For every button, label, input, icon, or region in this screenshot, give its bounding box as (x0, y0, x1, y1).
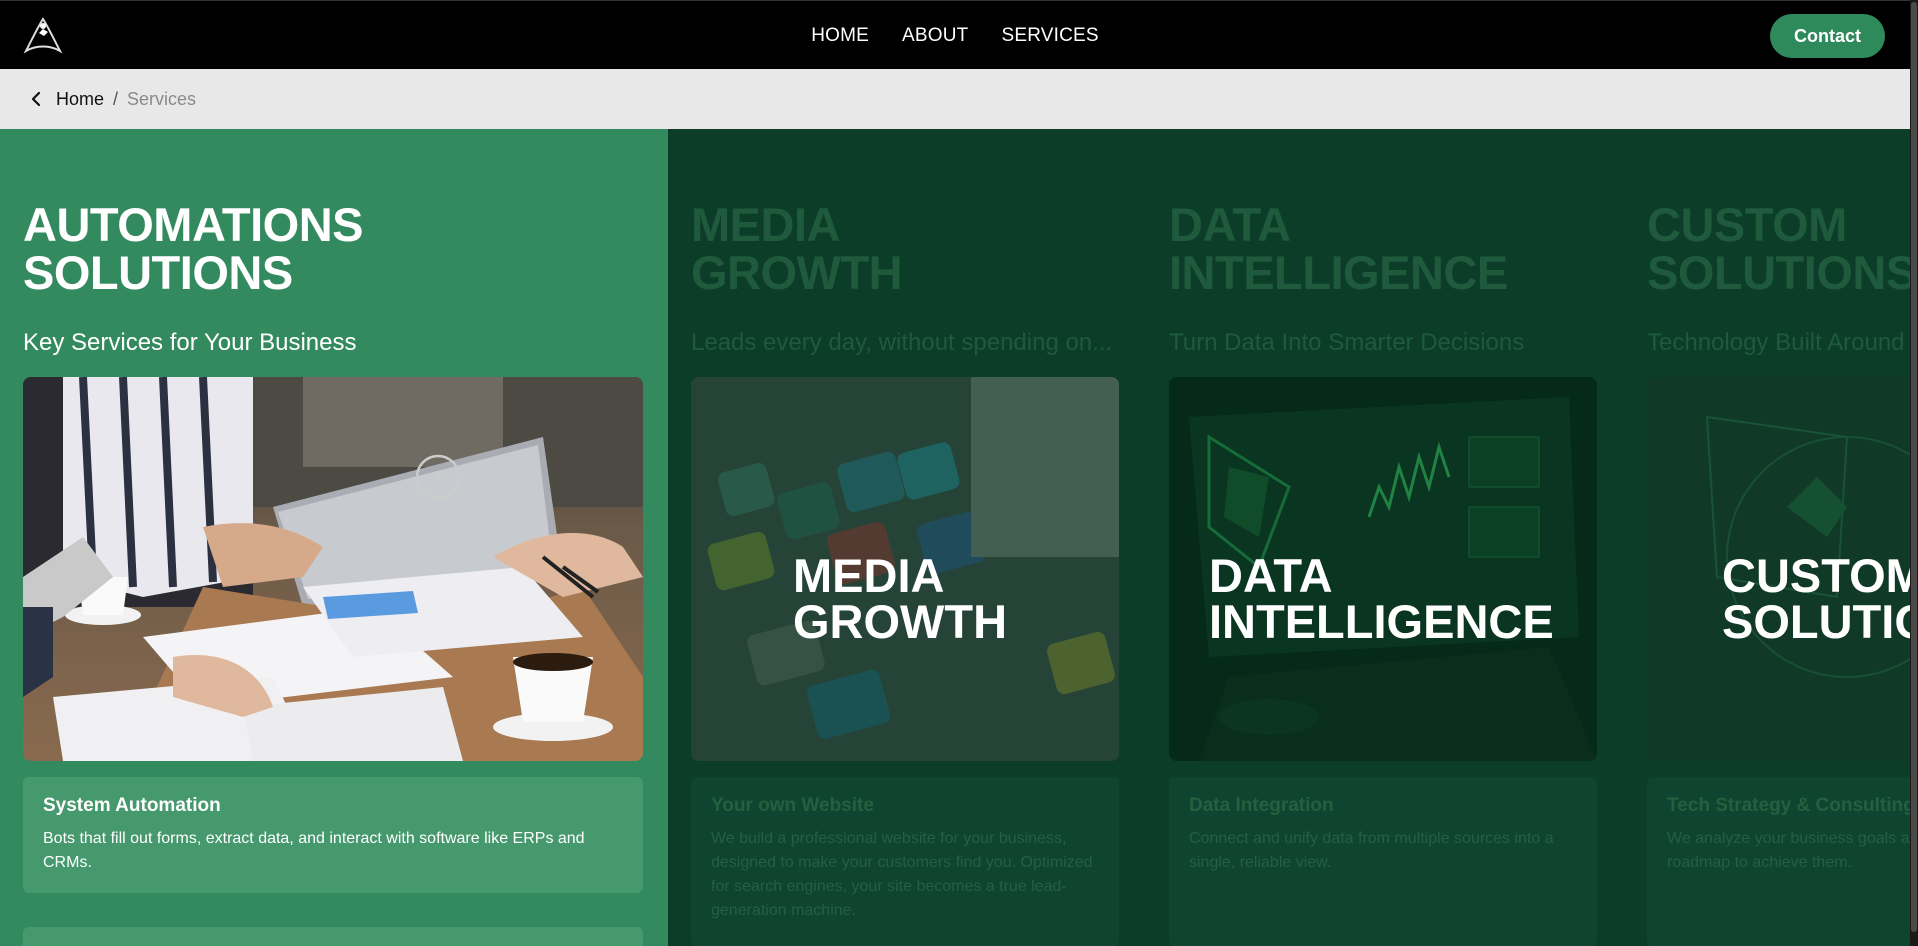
main-nav: HOME ABOUT SERVICES (0, 1, 1910, 70)
service-image: MEDIA GROWTH (691, 377, 1119, 761)
overlay-title-line2: SOLUTIONS (1722, 595, 1910, 648)
service-image: CUSTOM SOLUTIONS (1647, 377, 1910, 761)
service-panel-automations[interactable]: AUTOMATIONS SOLUTIONS Key Services for Y… (0, 129, 668, 946)
service-title: DATA INTELLIGENCE (1169, 201, 1508, 297)
viewport: HOME ABOUT SERVICES Contact Home / Servi… (0, 0, 1918, 946)
breadcrumb-current: Services (127, 88, 197, 109)
scrollbar-thumb[interactable] (1911, 2, 1917, 932)
breadcrumb: Home / Services (0, 69, 1910, 129)
overlay-title-line1: MEDIA (793, 549, 945, 602)
vertical-scrollbar[interactable] (1910, 0, 1918, 946)
service-title: CUSTOM SOLUTIONS (1647, 201, 1910, 297)
service-image (23, 377, 643, 761)
service-subtitle: Turn Data Into Smarter Decisions (1169, 329, 1525, 356)
meeting-photo (23, 377, 643, 761)
service-title-line1: DATA (1169, 198, 1291, 251)
contact-button[interactable]: Contact (1770, 14, 1885, 58)
service-title-line2: SOLUTIONS (23, 246, 293, 299)
services-section: AUTOMATIONS SOLUTIONS Key Services for Y… (0, 129, 1910, 946)
overlay-title: DATA INTELLIGENCE (1209, 549, 1554, 648)
service-card-website[interactable]: Your own Website We build a professional… (691, 777, 1119, 946)
overlay-title-line2: INTELLIGENCE (1209, 595, 1554, 648)
service-card-data-integration[interactable]: Data Integration Connect and unify data … (1169, 777, 1597, 946)
card-description: Connect and unify data from multiple sou… (1189, 830, 1554, 871)
overlay-title-line1: DATA (1209, 549, 1333, 602)
service-title: MEDIA GROWTH (691, 198, 903, 299)
service-subtitle: Technology Built Around (1647, 329, 1905, 356)
service-title-line2: SOLUTIONS (1647, 246, 1910, 299)
service-panel-custom-solutions[interactable]: CUSTOM SOLUTIONS Technology Built Around… (1624, 129, 1910, 946)
service-title-line1: AUTOMATIONS (23, 198, 364, 251)
service-panel-media-growth[interactable]: MEDIA GROWTH Leads every day, without sp… (668, 129, 1146, 946)
card-description: Bots that fill out forms, extract data, … (43, 830, 585, 871)
service-panel-data-intelligence[interactable]: DATA INTELLIGENCE Turn Data Into Smarter… (1146, 129, 1624, 946)
overlay-title-line2: GROWTH (793, 595, 1008, 648)
nav-services[interactable]: SERVICES (1001, 25, 1098, 47)
service-card-tech-strategy[interactable]: Tech Strategy & Consulting We analyze yo… (1647, 777, 1910, 946)
overlay-title-line1: CUSTOM (1722, 549, 1910, 602)
card-title: Tech Strategy & Consulting (1667, 795, 1910, 816)
service-title: AUTOMATIONS SOLUTIONS (23, 198, 364, 299)
breadcrumb-separator: / (113, 88, 119, 109)
service-subtitle: Leads every day, without spending on... (691, 329, 1113, 356)
card-description: We build a professional website for your… (711, 830, 1093, 919)
card-title: Your own Website (711, 795, 874, 816)
service-title-line1: CUSTOM (1647, 198, 1847, 251)
overlay-title: MEDIA GROWTH (793, 549, 1008, 648)
service-title-line1: MEDIA (691, 198, 840, 251)
navbar: HOME ABOUT SERVICES Contact (0, 0, 1910, 69)
service-image: DATA INTELLIGENCE (1169, 377, 1597, 761)
overlay-title: CUSTOM SOLUTIONS (1722, 549, 1910, 648)
service-card-system-automation[interactable]: System Automation Bots that fill out for… (23, 777, 643, 893)
card-description: We analyze your business goals and techn… (1667, 830, 1910, 871)
service-title-line2: INTELLIGENCE (1169, 246, 1508, 299)
service-title-line2: GROWTH (691, 246, 903, 299)
card-title: Data Integration (1189, 795, 1334, 816)
nav-home[interactable]: HOME (811, 25, 869, 47)
service-card-next[interactable] (23, 927, 643, 946)
card-title: System Automation (43, 795, 221, 816)
service-subtitle: Key Services for Your Business (23, 329, 357, 356)
breadcrumb-home-link[interactable]: Home (56, 89, 104, 110)
nav-about[interactable]: ABOUT (902, 25, 968, 47)
chevron-left-icon[interactable] (28, 90, 46, 108)
